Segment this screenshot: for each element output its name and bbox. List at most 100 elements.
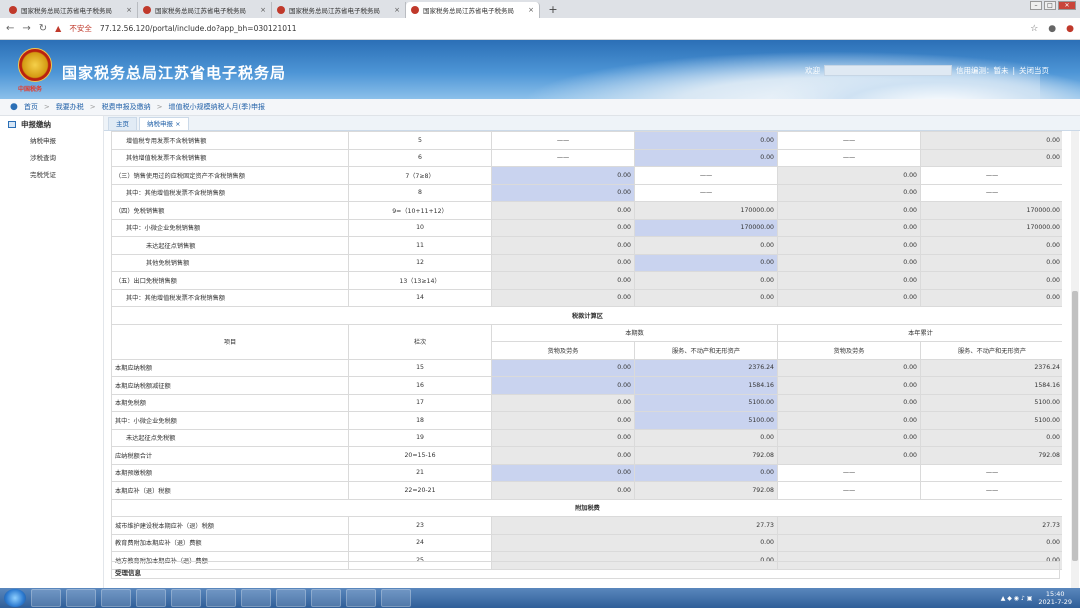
paint-icon[interactable] [381,589,411,607]
breadcrumb-item[interactable]: 增值税小规模纳税人月(季)申报 [168,102,264,112]
maximize-icon[interactable]: □ [1044,1,1056,10]
warning-icon[interactable]: ▲ [55,24,61,33]
row-code: 19 [348,428,492,447]
close-tab-icon[interactable]: × [126,6,132,14]
folder-icon[interactable] [66,589,96,607]
media-icon[interactable] [101,589,131,607]
row-label: 城市维护建设税本期应补（退）税额 [111,516,349,535]
word-icon[interactable] [241,589,271,607]
value-cell: 1584.16 [920,376,1062,395]
browser-tab[interactable]: 国家税务总局江苏省电子税务局 × [272,2,406,18]
windows-start-icon[interactable] [4,589,26,607]
welcome-label: 欢迎 [805,66,820,75]
account-icon[interactable]: ● [1048,24,1056,34]
screen-icon[interactable] [276,589,306,607]
value-cell: 0.00 [634,428,778,447]
value-input[interactable]: 0.00 [491,358,635,377]
row-label: 本期应补（退）税额 [111,481,349,500]
value-input[interactable]: 1584.16 [634,376,778,395]
table-row: 教育费附加本期应补（退）费额 24 0.00 0.00 [111,533,1062,552]
close-tab-icon[interactable]: × [528,6,534,14]
scrollbar-thumb[interactable] [1072,291,1078,561]
value-input[interactable]: 0.00 [634,131,778,150]
value-input[interactable]: 170000.00 [634,218,778,237]
value-input[interactable]: 0.00 [634,253,778,272]
clock-date: 2021-7-29 [1038,598,1072,606]
value-cell: 0.00 [491,428,635,447]
value-input[interactable]: 2376.24 [634,358,778,377]
chrome-icon[interactable] [136,589,166,607]
row-label: （三）销售使用过的应税固定资产不含税销售额 [111,166,349,185]
back-arrow-icon[interactable]: ← [6,23,14,34]
value-cell: 0.00 [634,288,778,307]
browser-tab-active[interactable]: 国家税务总局江苏省电子税务局 × [406,2,540,18]
value-cell: 0.00 [777,446,921,465]
sidebar-item-tax-receipt[interactable]: 完税凭证 [0,167,103,184]
row-label: 未达起征点免税额 [111,428,349,447]
value-cell: —— [920,463,1062,482]
value-input[interactable]: 0.00 [491,183,635,202]
sidebar-item-tax-filing[interactable]: 纳税申报 [0,133,103,150]
value-cell: 0.00 [491,271,635,290]
row-code: 24 [348,533,492,552]
vertical-scrollbar[interactable] [1071,131,1079,588]
row-label: 未达起征点销售额 [111,236,349,255]
header-item: 项目 [111,323,349,360]
header-current-period: 本期数 [491,323,778,342]
forward-arrow-icon[interactable]: → [22,23,30,34]
minimize-icon[interactable]: – [1030,1,1042,10]
value-cell: —— [777,481,921,500]
sidebar-header[interactable]: 申报缴纳 [0,116,103,133]
security-label[interactable]: 不安全 [69,23,92,34]
value-input[interactable]: 0.00 [634,148,778,167]
value-cell: 5100.00 [920,411,1062,430]
tab-home[interactable]: 主页 [108,117,137,130]
close-tab-icon[interactable]: × [394,6,400,14]
tray-icons[interactable]: ▲ ◆ ◉ ♪ ▣ [1001,595,1033,602]
row-label: 本期免税额 [111,393,349,412]
value-cell: 170000.00 [920,218,1062,237]
breadcrumb: ● 首页 > 我要办税 > 税费申报及缴纳 > 增值税小规模纳税人月(季)申报 [0,99,1080,116]
value-cell: 0.00 [777,393,921,412]
value-input[interactable]: 0.00 [491,166,635,185]
browser-tab[interactable]: 国家税务总局江苏省电子税务局 × [138,2,272,18]
network-icon[interactable] [206,589,236,607]
table-row: 本期应纳税额减征额 16 0.00 1584.16 0.00 1584.16 [111,376,1062,395]
value-cell: 0.00 [491,236,635,255]
notepad-icon[interactable] [311,589,341,607]
breadcrumb-item[interactable]: 税费申报及缴纳 [102,102,151,112]
site-header: 中国税务 国家税务总局江苏省电子税务局 欢迎 信用编测：暂未 | 关闭当页 [0,40,1080,99]
value-cell: 0.00 [491,411,635,430]
value-input[interactable]: 5100.00 [634,411,778,430]
browser-tab-strip: 国家税务总局江苏省电子税务局 × 国家税务总局江苏省电子税务局 × 国家税务总局江苏… [0,0,1080,18]
table-row: 其中：小微企业免税额 18 0.00 5100.00 0.00 5100.00 [111,411,1062,430]
clock[interactable]: 15:40 2021-7-29 [1038,590,1072,606]
reload-icon[interactable]: ↻ [39,23,47,34]
value-input[interactable]: 0.00 [491,376,635,395]
browser-tab[interactable]: 国家税务总局江苏省电子税务局 × [4,2,138,18]
new-tab-button[interactable]: + [546,3,560,17]
close-tab-icon[interactable]: × [260,6,266,14]
value-cell: —— [634,166,778,185]
table-row: 其他增值税发票不含税销售额 6 —— 0.00 —— 0.00 [111,148,1062,167]
value-cell: —— [777,463,921,482]
window-controls: – □ ✕ [1030,1,1076,10]
row-label: 教育费附加本期应补（退）费额 [111,533,349,552]
extension-icon[interactable]: ● [1066,24,1074,34]
breadcrumb-item[interactable]: 首页 [24,102,38,112]
tab-tax-filing[interactable]: 纳税申报 × [139,117,189,130]
ie-icon[interactable] [31,589,61,607]
calculator-icon[interactable] [171,589,201,607]
close-window-icon[interactable]: ✕ [1058,1,1076,10]
value-input[interactable]: 0.00 [491,463,635,482]
table-row: （三）销售使用过的应税固定资产不含税销售额 7（7≥8） 0.00 —— 0.00 —— [111,166,1062,185]
value-input[interactable]: 0.00 [634,463,778,482]
bookmark-star-icon[interactable]: ☆ [1030,24,1038,34]
value-input[interactable]: 5100.00 [634,393,778,412]
breadcrumb-item[interactable]: 我要办税 [56,102,84,112]
logout-link[interactable]: 关闭当页 [1019,65,1049,76]
value-cell: 2376.24 [920,358,1062,377]
ie-icon[interactable] [346,589,376,607]
sidebar-item-tax-query[interactable]: 涉税查询 [0,150,103,167]
url-input[interactable]: 77.12.56.120/portal/include.do?app_bh=03… [100,24,297,33]
